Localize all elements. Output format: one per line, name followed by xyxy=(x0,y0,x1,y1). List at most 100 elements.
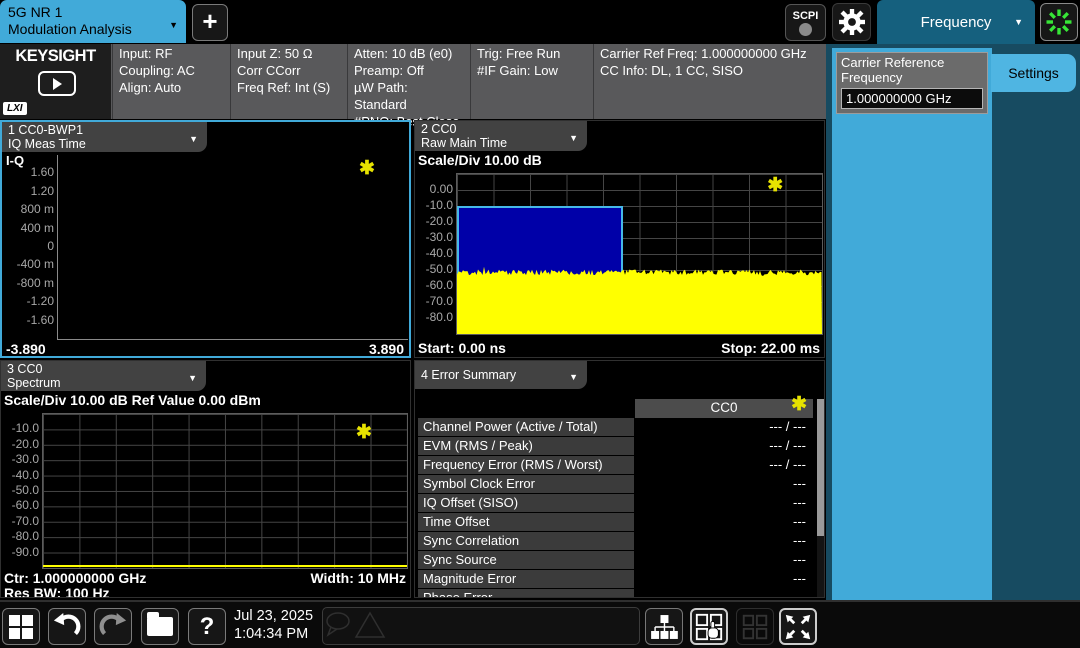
window-spectrum[interactable]: 3 CC0 Spectrum ▼ Scale/Div 10.00 dB Ref … xyxy=(0,360,411,598)
window-iq-meas-time[interactable]: 1 CC0-BWP1 IQ Meas Time ▼ I-Q ✱ 1.601.20… xyxy=(0,120,411,358)
y-axis-tick-label: -800 m xyxy=(10,277,54,290)
help-button[interactable]: ? xyxy=(188,608,226,645)
brand-logo: KEYSIGHT xyxy=(0,47,111,66)
table-row: Sync Correlation--- xyxy=(418,532,813,551)
screen-arrow-icon xyxy=(38,71,76,96)
y-axis-tick-label: -60.0 xyxy=(414,279,453,292)
window1-title-dropdown[interactable]: 1 CC0-BWP1 IQ Meas Time ▼ xyxy=(2,122,207,152)
carrier-ref-freq-input[interactable]: 1.000000000 GHz xyxy=(841,88,983,109)
brand-block: KEYSIGHT LXI xyxy=(0,44,111,119)
y-axis-tick-label: -60.0 xyxy=(0,499,39,512)
table-row: EVM (RMS / Peak)--- / --- xyxy=(418,437,813,456)
tab-settings[interactable]: Settings xyxy=(991,54,1076,92)
table-row: Frequency Error (RMS / Worst)--- / --- xyxy=(418,456,813,475)
start-time-label: Start: 0.00 ns xyxy=(418,340,506,356)
metric-label: Sync Correlation xyxy=(418,532,634,550)
undo-button[interactable] xyxy=(48,608,86,645)
spectrum-trace xyxy=(43,565,407,567)
redo-button[interactable] xyxy=(94,608,132,645)
time-plot-area: ✱ 0.00-10.0-20.0-30.0-40.0-50.0-60.0-70.… xyxy=(456,173,823,335)
help-icon: ? xyxy=(200,613,215,641)
metric-value: --- / --- xyxy=(635,437,813,455)
y-axis-tick-label: -80.0 xyxy=(0,530,39,543)
y-axis-tick-label: -10.0 xyxy=(0,422,39,435)
measurement-tab-line2: Modulation Analysis xyxy=(8,21,178,38)
meas-info-column: Carrier Ref Freq: 1.000000000 GHzCC Info… xyxy=(593,44,826,119)
scrollbar-thumb[interactable] xyxy=(817,399,825,536)
clock-display[interactable]: Jul 23, 2025 1:04:34 PM xyxy=(234,608,313,643)
window1-title-line2: IQ Meas Time xyxy=(8,137,201,151)
span-width-label: Width: 10 MHz xyxy=(310,570,406,586)
metric-value: --- xyxy=(635,494,813,512)
carrier-ref-freq-control[interactable]: Carrier Reference Frequency 1.000000000 … xyxy=(836,52,988,114)
carrier-ref-freq-label: Carrier Reference Frequency xyxy=(837,53,987,85)
chevron-down-icon: ▼ xyxy=(569,370,578,384)
chevron-down-icon: ▼ xyxy=(569,131,578,145)
hierarchy-icon xyxy=(649,612,679,642)
grid-layout-button-disabled xyxy=(736,608,774,645)
spectrum-plot-area: ✱ -10.0-20.0-30.0-40.0-50.0-60.0-70.0-80… xyxy=(42,413,408,569)
add-measurement-button[interactable]: + xyxy=(192,4,228,41)
table-row: Magnitude Error--- xyxy=(418,570,813,589)
table-row: Phase Error--- xyxy=(418,589,813,598)
y-axis-tick-label: 0.00 xyxy=(414,183,453,196)
window-error-summary[interactable]: 4 Error Summary ▼ CC0 ✱ Channel Power (A… xyxy=(414,360,825,598)
chevron-down-icon: ▼ xyxy=(1014,17,1023,27)
system-settings-button[interactable] xyxy=(832,3,871,41)
y-axis-tick-label: -80.0 xyxy=(414,311,453,324)
y-axis-tick-label: -20.0 xyxy=(414,215,453,228)
metric-label: Frequency Error (RMS / Worst) xyxy=(418,456,634,474)
window4-title-dropdown[interactable]: 4 Error Summary ▼ xyxy=(415,361,587,389)
window3-title-line1: 3 CC0 xyxy=(7,362,200,376)
invalid-data-asterisk: ✱ xyxy=(791,395,807,414)
meas-info-column: Atten: 10 dB (e0)Preamp: OffµW Path: Sta… xyxy=(347,44,470,119)
scpi-button[interactable]: SCPI xyxy=(785,4,826,41)
window3-title-dropdown[interactable]: 3 CC0 Spectrum ▼ xyxy=(1,361,206,391)
fullscreen-button[interactable] xyxy=(779,608,817,645)
window2-title-dropdown[interactable]: 2 CC0 Raw Main Time ▼ xyxy=(415,121,587,151)
chevron-down-icon: ▼ xyxy=(189,132,198,146)
layout-hierarchy-button[interactable] xyxy=(645,608,683,645)
scpi-status-dot xyxy=(799,23,812,36)
select-window-button[interactable] xyxy=(690,608,728,645)
metric-label: EVM (RMS / Peak) xyxy=(418,437,634,455)
table-row: Channel Power (Active / Total)--- / --- xyxy=(418,418,813,437)
table-row: Symbol Clock Error--- xyxy=(418,475,813,494)
y-axis-tick-label: 1.20 xyxy=(10,185,54,198)
measurement-info-bar: KEYSIGHT LXI Input: RFCoupling: ACAlign:… xyxy=(0,44,826,119)
menu-dropdown-frequency[interactable]: Frequency ▼ xyxy=(877,0,1035,44)
y-axis-tick-label: 0 xyxy=(10,240,54,253)
table-scrollbar[interactable] xyxy=(817,399,825,597)
annotation-shapes xyxy=(323,608,423,644)
y-axis-tick-label: -40.0 xyxy=(414,247,453,260)
x-axis-right-value: 3.890 xyxy=(369,341,404,357)
y-axis-tick-label: -40.0 xyxy=(0,469,39,482)
metric-label: Magnitude Error xyxy=(418,570,634,588)
y-axis-tick-label: 1.60 xyxy=(10,166,54,179)
y-axis-tick-label: -1.20 xyxy=(10,295,54,308)
metric-value: --- xyxy=(635,532,813,550)
file-explorer-button[interactable] xyxy=(141,608,179,645)
analyzer-screen: 5G NR 1 Modulation Analysis ▼ + SCPI Fre… xyxy=(0,0,1080,648)
windows-start-button[interactable] xyxy=(2,608,40,645)
center-freq-label: Ctr: 1.000000000 GHz xyxy=(4,570,146,586)
metric-label: Time Offset xyxy=(418,513,634,531)
bottom-toolbar: ? Jul 23, 2025 1:04:34 PM xyxy=(0,600,1080,648)
tab-settings-label: Settings xyxy=(1008,65,1059,81)
window1-title-line1: 1 CC0-BWP1 xyxy=(8,123,201,137)
y-axis-tick-label: -30.0 xyxy=(414,231,453,244)
y-axis-tick-label: -10.0 xyxy=(414,199,453,212)
x-axis-left-value: -3.890 xyxy=(6,341,46,357)
window-raw-main-time[interactable]: 2 CC0 Raw Main Time ▼ Scale/Div 10.00 dB… xyxy=(414,120,825,358)
table-header-row: CC0 ✱ xyxy=(418,399,813,418)
metric-label: Symbol Clock Error xyxy=(418,475,634,493)
y-axis-tick-label: -30.0 xyxy=(0,453,39,466)
invalid-data-asterisk: ✱ xyxy=(356,423,372,442)
annotation-scratchpad[interactable] xyxy=(322,607,640,645)
measurement-tab[interactable]: 5G NR 1 Modulation Analysis ▼ xyxy=(0,0,186,43)
scale-per-div-label: Scale/Div 10.00 dB xyxy=(418,152,542,168)
noise-trace xyxy=(457,174,822,334)
y-axis-tick-label: -90.0 xyxy=(0,546,39,559)
scpi-label: SCPI xyxy=(793,10,819,22)
metric-value: --- xyxy=(635,589,813,598)
